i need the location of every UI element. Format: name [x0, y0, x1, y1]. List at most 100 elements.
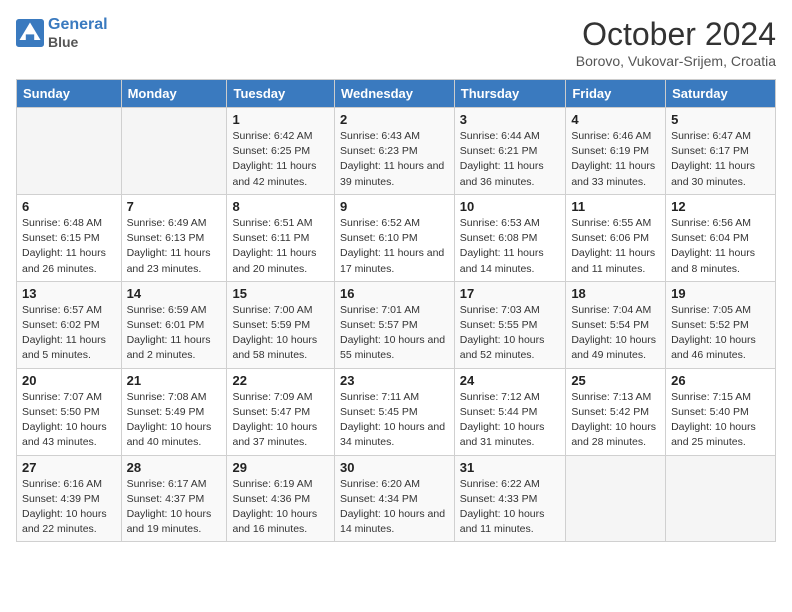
day-info: Sunrise: 7:01 AMSunset: 5:57 PMDaylight:…	[340, 303, 449, 364]
calendar-week-row: 6 Sunrise: 6:48 AMSunset: 6:15 PMDaylight…	[17, 194, 776, 281]
calendar-cell: 21Sunrise: 7:08 AMSunset: 5:49 PMDayligh…	[121, 368, 227, 455]
calendar-cell: 30Sunrise: 6:20 AMSunset: 4:34 PMDayligh…	[334, 455, 454, 542]
day-info: Sunrise: 7:07 AMSunset: 5:50 PMDaylight:…	[22, 390, 116, 451]
day-info: Sunrise: 7:04 AMSunset: 5:54 PMDaylight:…	[571, 303, 660, 364]
day-number: 21	[127, 373, 222, 388]
calendar-table: SundayMondayTuesdayWednesdayThursdayFrid…	[16, 79, 776, 542]
day-number: 15	[232, 286, 329, 301]
day-info: Sunrise: 6:17 AMSunset: 4:37 PMDaylight:…	[127, 477, 222, 538]
logo-icon	[16, 19, 44, 47]
weekday-header: Monday	[121, 80, 227, 108]
day-info: Sunrise: 7:15 AMSunset: 5:40 PMDaylight:…	[671, 390, 770, 451]
day-info: Sunrise: 6:51 AMSunset: 6:11 PMDaylight:…	[232, 216, 329, 277]
day-number: 31	[460, 460, 561, 475]
calendar-cell: 15 Sunrise: 7:00 AMSunset: 5:59 PMDayligh…	[227, 281, 335, 368]
day-info: Sunrise: 6:48 AMSunset: 6:15 PMDaylight:…	[22, 216, 116, 277]
day-info: Sunrise: 6:42 AMSunset: 6:25 PMDaylight:…	[232, 129, 329, 190]
calendar-cell: 7 Sunrise: 6:49 AMSunset: 6:13 PMDaylight…	[121, 194, 227, 281]
calendar-week-row: 20 Sunrise: 7:07 AMSunset: 5:50 PMDayligh…	[17, 368, 776, 455]
day-info: Sunrise: 7:11 AMSunset: 5:45 PMDaylight:…	[340, 390, 449, 451]
day-number: 8	[232, 199, 329, 214]
calendar-cell: 22 Sunrise: 7:09 AMSunset: 5:47 PMDayligh…	[227, 368, 335, 455]
calendar-cell: 17 Sunrise: 7:03 AMSunset: 5:55 PMDayligh…	[454, 281, 566, 368]
day-info: Sunrise: 7:03 AMSunset: 5:55 PMDaylight:…	[460, 303, 561, 364]
day-info: Sunrise: 6:22 AMSunset: 4:33 PMDaylight:…	[460, 477, 561, 538]
location-text: Borovo, Vukovar-Srijem, Croatia	[576, 53, 776, 69]
calendar-cell	[666, 455, 776, 542]
day-info: Sunrise: 7:09 AMSunset: 5:47 PMDaylight:…	[232, 390, 329, 451]
calendar-cell: 25 Sunrise: 7:13 AMSunset: 5:42 PMDayligh…	[566, 368, 666, 455]
day-number: 2	[340, 112, 449, 127]
calendar-cell	[17, 108, 122, 195]
logo: General Blue	[16, 16, 108, 50]
calendar-cell: 23Sunrise: 7:11 AMSunset: 5:45 PMDayligh…	[334, 368, 454, 455]
day-number: 19	[671, 286, 770, 301]
day-number: 3	[460, 112, 561, 127]
day-number: 5	[671, 112, 770, 127]
day-info: Sunrise: 6:19 AMSunset: 4:36 PMDaylight:…	[232, 477, 329, 538]
calendar-cell: 10 Sunrise: 6:53 AMSunset: 6:08 PMDayligh…	[454, 194, 566, 281]
day-info: Sunrise: 6:47 AMSunset: 6:17 PMDaylight:…	[671, 129, 770, 190]
calendar-cell: 26 Sunrise: 7:15 AMSunset: 5:40 PMDayligh…	[666, 368, 776, 455]
day-number: 7	[127, 199, 222, 214]
calendar-cell: 31 Sunrise: 6:22 AMSunset: 4:33 PMDayligh…	[454, 455, 566, 542]
day-number: 17	[460, 286, 561, 301]
calendar-cell: 12 Sunrise: 6:56 AMSunset: 6:04 PMDayligh…	[666, 194, 776, 281]
day-number: 9	[340, 199, 449, 214]
weekday-header: Saturday	[666, 80, 776, 108]
day-number: 16	[340, 286, 449, 301]
day-number: 22	[232, 373, 329, 388]
title-block: October 2024 Borovo, Vukovar-Srijem, Cro…	[576, 16, 776, 69]
calendar-cell: 9Sunrise: 6:52 AMSunset: 6:10 PMDaylight…	[334, 194, 454, 281]
day-info: Sunrise: 7:13 AMSunset: 5:42 PMDaylight:…	[571, 390, 660, 451]
day-number: 24	[460, 373, 561, 388]
calendar-cell: 27 Sunrise: 6:16 AMSunset: 4:39 PMDayligh…	[17, 455, 122, 542]
calendar-cell: 20 Sunrise: 7:07 AMSunset: 5:50 PMDayligh…	[17, 368, 122, 455]
day-number: 18	[571, 286, 660, 301]
calendar-cell: 13Sunrise: 6:57 AMSunset: 6:02 PMDayligh…	[17, 281, 122, 368]
calendar-cell	[121, 108, 227, 195]
day-info: Sunrise: 7:00 AMSunset: 5:59 PMDaylight:…	[232, 303, 329, 364]
day-info: Sunrise: 6:55 AMSunset: 6:06 PMDaylight:…	[571, 216, 660, 277]
calendar-cell: 6 Sunrise: 6:48 AMSunset: 6:15 PMDaylight…	[17, 194, 122, 281]
day-info: Sunrise: 6:16 AMSunset: 4:39 PMDaylight:…	[22, 477, 116, 538]
day-number: 11	[571, 199, 660, 214]
calendar-cell: 4Sunrise: 6:46 AMSunset: 6:19 PMDaylight…	[566, 108, 666, 195]
weekday-header: Tuesday	[227, 80, 335, 108]
calendar-week-row: 27 Sunrise: 6:16 AMSunset: 4:39 PMDayligh…	[17, 455, 776, 542]
day-number: 12	[671, 199, 770, 214]
calendar-cell: 14 Sunrise: 6:59 AMSunset: 6:01 PMDayligh…	[121, 281, 227, 368]
page-header: General Blue October 2024 Borovo, Vukova…	[16, 16, 776, 69]
day-info: Sunrise: 6:56 AMSunset: 6:04 PMDaylight:…	[671, 216, 770, 277]
day-info: Sunrise: 7:12 AMSunset: 5:44 PMDaylight:…	[460, 390, 561, 451]
calendar-cell: 8 Sunrise: 6:51 AMSunset: 6:11 PMDaylight…	[227, 194, 335, 281]
day-number: 1	[232, 112, 329, 127]
day-number: 28	[127, 460, 222, 475]
day-number: 25	[571, 373, 660, 388]
day-number: 26	[671, 373, 770, 388]
day-number: 29	[232, 460, 329, 475]
calendar-cell: 11 Sunrise: 6:55 AMSunset: 6:06 PMDayligh…	[566, 194, 666, 281]
day-number: 27	[22, 460, 116, 475]
calendar-cell: 1 Sunrise: 6:42 AMSunset: 6:25 PMDaylight…	[227, 108, 335, 195]
day-info: Sunrise: 6:59 AMSunset: 6:01 PMDaylight:…	[127, 303, 222, 364]
day-number: 20	[22, 373, 116, 388]
day-info: Sunrise: 7:05 AMSunset: 5:52 PMDaylight:…	[671, 303, 770, 364]
day-info: Sunrise: 6:44 AMSunset: 6:21 PMDaylight:…	[460, 129, 561, 190]
day-info: Sunrise: 6:20 AMSunset: 4:34 PMDaylight:…	[340, 477, 449, 538]
day-info: Sunrise: 6:57 AMSunset: 6:02 PMDaylight:…	[22, 303, 116, 364]
day-number: 10	[460, 199, 561, 214]
calendar-cell: 29 Sunrise: 6:19 AMSunset: 4:36 PMDayligh…	[227, 455, 335, 542]
day-number: 14	[127, 286, 222, 301]
weekday-header: Thursday	[454, 80, 566, 108]
month-title: October 2024	[576, 16, 776, 53]
day-info: Sunrise: 6:49 AMSunset: 6:13 PMDaylight:…	[127, 216, 222, 277]
day-number: 4	[571, 112, 660, 127]
header-row: SundayMondayTuesdayWednesdayThursdayFrid…	[17, 80, 776, 108]
weekday-header: Friday	[566, 80, 666, 108]
calendar-cell: 2 Sunrise: 6:43 AMSunset: 6:23 PMDaylight…	[334, 108, 454, 195]
day-number: 6	[22, 199, 116, 214]
day-info: Sunrise: 6:43 AMSunset: 6:23 PMDaylight:…	[340, 129, 449, 190]
calendar-week-row: 13Sunrise: 6:57 AMSunset: 6:02 PMDayligh…	[17, 281, 776, 368]
day-info: Sunrise: 6:53 AMSunset: 6:08 PMDaylight:…	[460, 216, 561, 277]
